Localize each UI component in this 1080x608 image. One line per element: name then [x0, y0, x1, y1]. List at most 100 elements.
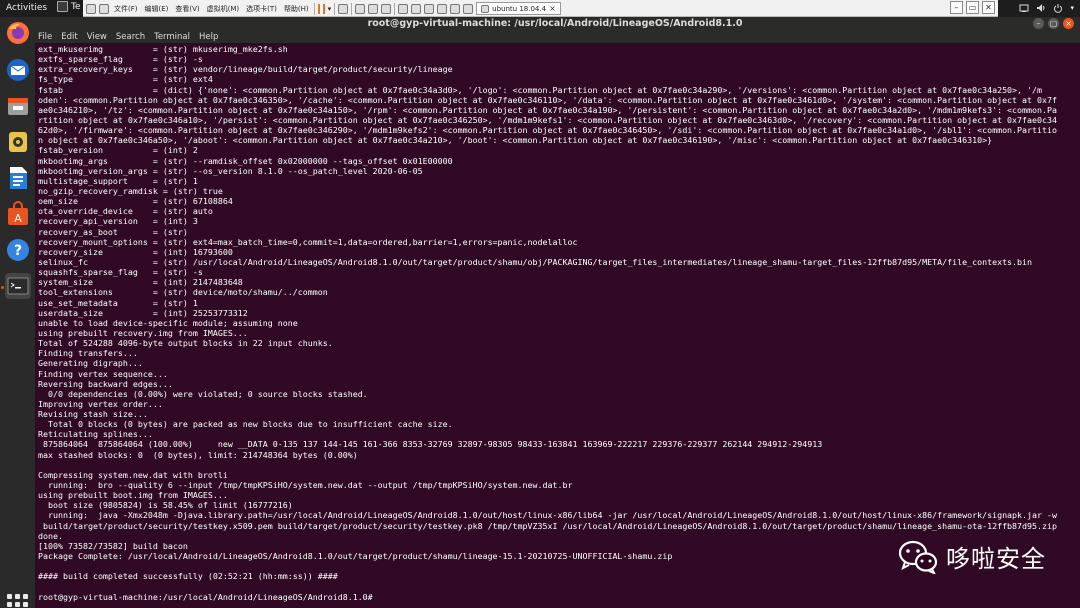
- terminal-line: ae0c346210>, '/tz': <common.Partition ob…: [38, 104, 1058, 115]
- vm-menu-file[interactable]: 文件(F): [112, 3, 140, 15]
- dropdown-chevron-icon[interactable]: ▾: [328, 5, 332, 13]
- menu-file[interactable]: File: [38, 31, 52, 43]
- minimize-button[interactable]: –: [950, 1, 963, 14]
- terminal-line: tool_extensions = (str) device/moto/sham…: [38, 287, 328, 298]
- close-icon[interactable]: ×: [549, 4, 556, 13]
- terminal-line: Finding transfers...: [38, 348, 138, 359]
- terminal-line: ext_mkuserimg = (str) mkuserimg_mke2fs.s…: [38, 44, 288, 54]
- rhythmbox-icon[interactable]: [5, 129, 31, 155]
- console-view-icon[interactable]: [450, 3, 461, 14]
- terminal-line: running: java -Xmx2048m -Djava.library.p…: [38, 510, 1058, 521]
- terminal-line: using prebuilt boot.img from IMAGES...: [38, 490, 228, 501]
- fullscreen-icon[interactable]: [424, 3, 435, 14]
- terminal-output[interactable]: ext_mkuserimg = (str) mkuserimg_mke2fs.s…: [35, 43, 1080, 608]
- restore-button[interactable]: ▭: [966, 1, 979, 14]
- vm-menu-help[interactable]: 帮助(H): [282, 3, 311, 15]
- window-title: root@gyp-virtual-machine: /usr/local/And…: [367, 18, 743, 29]
- maximize-button[interactable]: ▢: [1048, 18, 1059, 29]
- terminal-line: extfs_sparse_flag = (str) -s: [38, 54, 203, 65]
- menu-view[interactable]: View: [87, 31, 107, 43]
- window-titlebar[interactable]: root@gyp-virtual-machine: /usr/local/And…: [30, 17, 1080, 31]
- chevron-down-icon: ▾: [1070, 4, 1074, 12]
- terminal-line: fstab_version = (int) 2: [38, 145, 198, 156]
- terminal-line: boot size (9805824) is 58.45% of limit (…: [38, 500, 293, 511]
- terminal-line: build/target/product/security/testkey.x5…: [38, 520, 1058, 531]
- terminal-line: n object at 0x7fae0c346a50>, '/aboot': <…: [38, 135, 993, 146]
- vmware-window-controls: – ▭ ✕: [950, 1, 995, 14]
- terminal-line: Reticulating splines...: [38, 429, 153, 440]
- terminal-line: ota_override_device = (str) auto: [38, 206, 213, 217]
- terminal-line: oden': <common.Partition object at 0x7fa…: [38, 94, 1058, 105]
- revert-snapshot-icon[interactable]: [368, 3, 379, 14]
- vm-tab-ubuntu[interactable]: ubuntu 18.04.4 ×: [476, 2, 561, 15]
- vm-home-icon[interactable]: [99, 3, 109, 14]
- terminal-line: unable to load device-specific module; a…: [38, 317, 298, 328]
- power-icon: [1054, 4, 1063, 13]
- pause-icon[interactable]: [317, 3, 325, 14]
- menu-search[interactable]: Search: [116, 31, 145, 43]
- pin-icon[interactable]: [86, 3, 96, 14]
- terminal-icon[interactable]: [5, 273, 31, 299]
- running-indicator: [1, 286, 4, 289]
- terminal-line: Revising stash size...: [38, 409, 148, 420]
- app-menu[interactable]: Te: [57, 1, 81, 12]
- terminal-line: Total 0 blocks (0 bytes) are packed as n…: [38, 419, 453, 430]
- terminal-mini-icon: [57, 1, 68, 12]
- terminal-line: Improving vertex order...: [38, 398, 163, 409]
- show-applications-icon[interactable]: [7, 594, 28, 608]
- terminal-line: extra_recovery_keys = (str) vendor/linea…: [38, 64, 453, 75]
- terminal-line: recovery_as_boot = (str): [38, 226, 188, 237]
- terminal-line: 875864064 875864064 (100.00%) new __DATA…: [38, 439, 823, 450]
- thumbnail-icon[interactable]: [411, 3, 422, 14]
- terminal-line: userdata_size = (int) 25253773312: [38, 307, 248, 318]
- minimize-button[interactable]: –: [1033, 18, 1044, 29]
- terminal-line: using prebuilt recovery.img from IMAGES.…: [38, 327, 248, 338]
- terminal-line: Finding vertex sequence...: [38, 368, 168, 379]
- terminal-line: selinux_fc = (str) /usr/local/Android/Li…: [38, 256, 1033, 267]
- activities-button[interactable]: Activities: [6, 3, 47, 13]
- firefox-icon[interactable]: [5, 20, 31, 46]
- send-keys-icon[interactable]: [338, 3, 349, 14]
- files-icon[interactable]: [5, 93, 31, 119]
- thunderbird-icon[interactable]: [5, 57, 31, 83]
- divider: [351, 2, 353, 15]
- svg-text:?: ?: [14, 243, 22, 259]
- close-button[interactable]: ×: [1063, 18, 1074, 29]
- ubuntu-software-icon[interactable]: A: [5, 201, 31, 227]
- wechat-icon: [898, 540, 938, 574]
- libreoffice-writer-icon[interactable]: [5, 165, 31, 191]
- stretch-icon[interactable]: [463, 3, 474, 14]
- vmware-toolbar: 文件(F) 编辑(E) 查看(V) 虚拟机(M) 选项卡(T) 帮助(H) ▾ …: [83, 0, 998, 17]
- snapshot-icon[interactable]: [355, 3, 366, 14]
- terminal-line: system_size = (int) 2147483648: [38, 277, 243, 288]
- terminal-line: fstab = (dict) {'none': <common.Partitio…: [38, 84, 1043, 95]
- help-icon[interactable]: ?: [5, 237, 31, 263]
- terminal-line: Generating digraph...: [38, 358, 143, 369]
- terminal-line: oem_size = (str) 67108864: [38, 196, 233, 207]
- vm-menu-view[interactable]: 查看(V): [173, 3, 201, 15]
- terminal-line: Total of 524288 4096-byte output blocks …: [38, 338, 333, 349]
- terminal-line: 0/0 dependencies (0.00%) were violated; …: [38, 388, 368, 399]
- divider: [334, 2, 336, 15]
- app-menu-label: Te: [71, 1, 81, 12]
- menu-help[interactable]: Help: [199, 31, 218, 43]
- snapshot-manager-icon[interactable]: [381, 3, 392, 14]
- terminal-line: recovery_api_version = (int) 3: [38, 216, 198, 227]
- system-tray[interactable]: ▾: [1019, 3, 1074, 13]
- unity-icon[interactable]: [437, 3, 448, 14]
- library-icon[interactable]: [398, 3, 409, 14]
- vm-menu-vm[interactable]: 虚拟机(M): [205, 3, 242, 15]
- divider: [313, 2, 315, 15]
- svg-text:A: A: [14, 212, 22, 225]
- menu-terminal[interactable]: Terminal: [154, 31, 190, 43]
- terminal-line: root@gyp-virtual-machine:/usr/local/Andr…: [38, 591, 373, 602]
- vm-menu-edit[interactable]: 编辑(E): [143, 3, 171, 15]
- terminal-line: multistage_support = (str) 1: [38, 175, 198, 186]
- terminal-line: max stashed blocks: 0 (0 bytes), limit: …: [38, 449, 358, 460]
- menu-edit[interactable]: Edit: [61, 31, 77, 43]
- terminal-line: recovery_mount_options = (str) ext4=max_…: [38, 236, 578, 247]
- vm-menu-tabs[interactable]: 选项卡(T): [244, 3, 279, 15]
- close-button[interactable]: ✕: [982, 1, 995, 14]
- terminal-line: 62d0>, '/firmware': <common.Partition ob…: [38, 125, 1058, 136]
- watermark-text: 哆啦安全: [946, 545, 1046, 573]
